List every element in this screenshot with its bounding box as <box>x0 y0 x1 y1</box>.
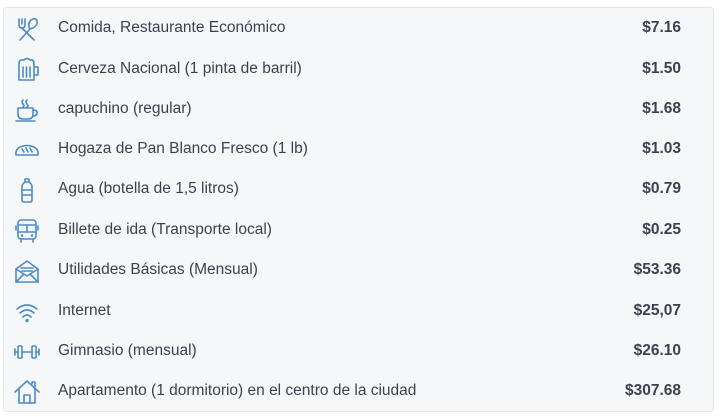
cutlery-icon <box>13 15 41 43</box>
list-item: Agua (botella de 1,5 litros) $0.79 <box>4 170 713 210</box>
item-price: $1.68 <box>642 100 681 117</box>
list-item: capuchino (regular) $1.68 <box>4 90 713 130</box>
item-label: Billete de ida (Transporte local) <box>58 221 272 238</box>
item-label: Apartamento (1 dormitorio) en el centro … <box>58 382 417 399</box>
bus-icon <box>13 217 41 245</box>
beer-mug-icon <box>13 56 41 84</box>
item-label: Utilidades Básicas (Mensual) <box>58 261 258 278</box>
item-price: $7.16 <box>642 19 681 36</box>
list-item: Billete de ida (Transporte local) $0.25 <box>4 211 713 251</box>
item-price: $1.50 <box>642 60 681 77</box>
cost-of-living-list: Comida, Restaurante Económico $7.16 Cerv… <box>3 7 714 412</box>
item-price: $26.10 <box>633 342 681 359</box>
list-item: Utilidades Básicas (Mensual) $53.36 <box>4 251 713 291</box>
item-label: capuchino (regular) <box>58 100 192 117</box>
item-label: Hogaza de Pan Blanco Fresco (1 lb) <box>58 140 308 157</box>
house-icon <box>13 378 41 406</box>
item-price: $307.68 <box>624 382 681 399</box>
item-price: $0.25 <box>642 221 681 238</box>
item-price: $1.03 <box>642 140 681 157</box>
list-item: Comida, Restaurante Económico $7.16 <box>4 9 713 49</box>
wifi-icon <box>13 298 41 326</box>
list-item: Internet $25,07 <box>4 292 713 332</box>
item-label: Internet <box>58 302 111 319</box>
utilities-envelope-icon <box>13 257 41 285</box>
item-label: Agua (botella de 1,5 litros) <box>58 180 239 197</box>
item-price: $53.36 <box>633 261 681 278</box>
list-item: Hogaza de Pan Blanco Fresco (1 lb) $1.03 <box>4 130 713 170</box>
item-price: $0.79 <box>642 180 681 197</box>
item-label: Gimnasio (mensual) <box>58 342 197 359</box>
item-label: Comida, Restaurante Económico <box>58 19 286 36</box>
list-item: Apartamento (1 dormitorio) en el centro … <box>4 372 713 412</box>
bread-icon <box>13 136 41 164</box>
list-item: Cerveza Nacional (1 pinta de barril) $1.… <box>4 50 713 90</box>
water-bottle-icon <box>13 176 41 204</box>
coffee-cup-icon <box>13 96 41 124</box>
item-label: Cerveza Nacional (1 pinta de barril) <box>58 60 302 77</box>
item-price: $25,07 <box>633 302 681 319</box>
dumbbell-icon <box>13 338 41 366</box>
list-item: Gimnasio (mensual) $26.10 <box>4 332 713 372</box>
